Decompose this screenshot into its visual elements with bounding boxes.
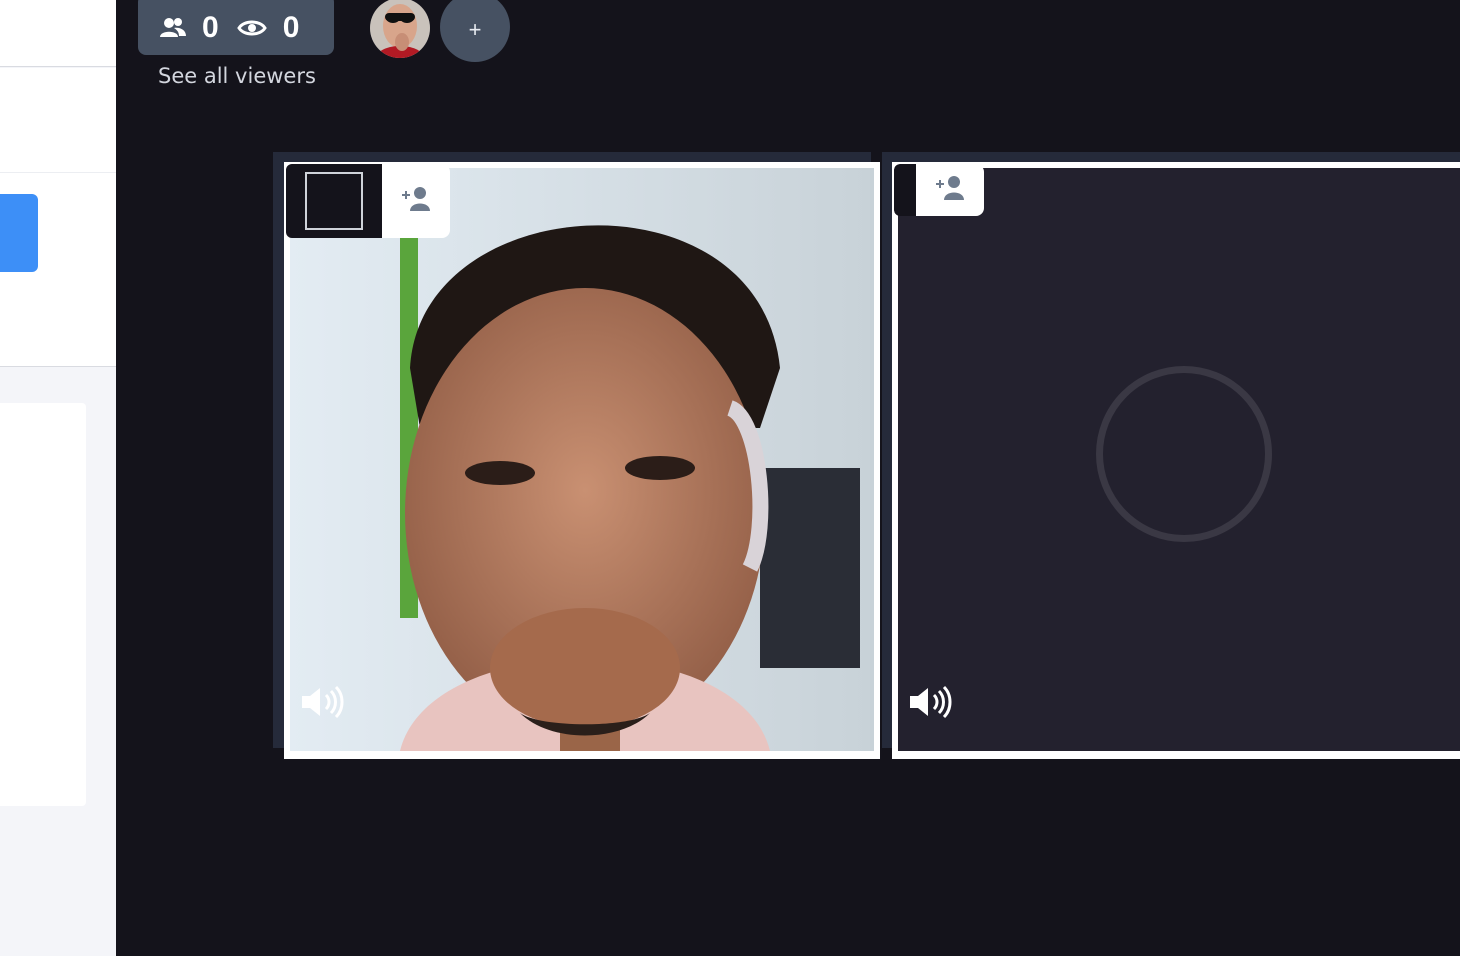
- video-tile-connecting[interactable]: [892, 162, 1460, 759]
- avatar[interactable]: [370, 0, 430, 58]
- select-checkbox[interactable]: [305, 172, 363, 230]
- add-user-icon: [400, 185, 432, 217]
- tile-toolbar: [286, 164, 450, 238]
- stats-pill: 0 0: [138, 0, 334, 55]
- left-panel-primary-button[interactable]: [0, 194, 38, 272]
- left-panel: [0, 0, 116, 956]
- add-user-button[interactable]: [916, 164, 984, 216]
- video-feed: [290, 168, 874, 751]
- left-panel-divider: [0, 172, 116, 173]
- add-participant-button[interactable]: +: [440, 0, 510, 62]
- speaker-volume-icon[interactable]: [908, 685, 956, 723]
- eye-icon: [236, 17, 267, 39]
- left-panel-top: [0, 0, 116, 67]
- users-icon: [158, 17, 188, 39]
- select-checkbox-area: [894, 164, 916, 216]
- see-all-viewers-link[interactable]: See all viewers: [158, 64, 316, 88]
- video-tile-participant[interactable]: [284, 162, 880, 759]
- add-user-icon: [934, 174, 966, 206]
- users-count: 0: [202, 10, 219, 44]
- viewers-count: 0: [282, 10, 300, 44]
- select-checkbox-area: [286, 164, 382, 238]
- loading-spinner: [1096, 366, 1272, 542]
- add-user-button[interactable]: [382, 164, 450, 238]
- left-panel-card: [0, 403, 86, 806]
- speaker-volume-icon[interactable]: [300, 685, 348, 723]
- video-feed-placeholder: [898, 168, 1460, 751]
- tile-toolbar: [894, 164, 984, 216]
